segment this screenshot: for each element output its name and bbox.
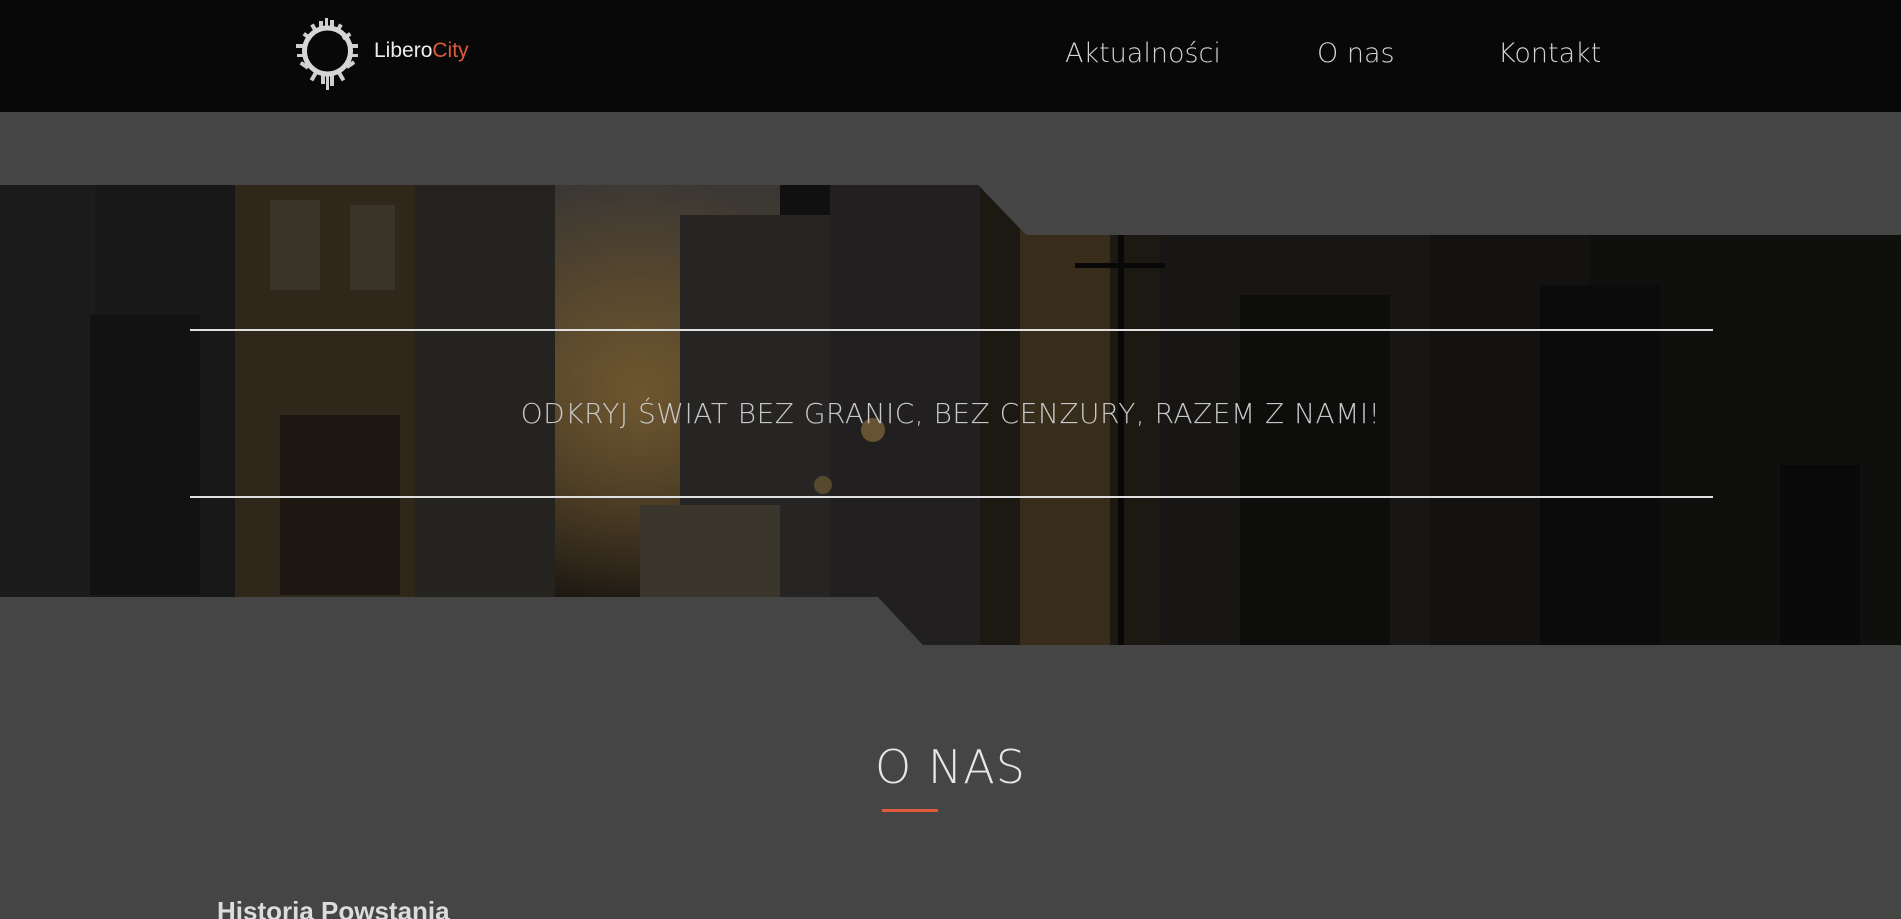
about-title-underline	[882, 809, 938, 812]
site-header: LiberoCity Aktualności O nas Kontakt	[0, 0, 1901, 112]
hero-tagline: ODKRYJ ŚWIAT BEZ GRANIC, BEZ CENZURY, RA…	[520, 397, 1381, 430]
hero-banner: ODKRYJ ŚWIAT BEZ GRANIC, BEZ CENZURY, RA…	[0, 185, 1901, 645]
hero-divider-bottom	[190, 496, 1713, 498]
nav-link-aktualnosci[interactable]: Aktualności	[1065, 38, 1221, 69]
nav-link-kontakt[interactable]: Kontakt	[1498, 38, 1601, 69]
about-subheading: Historia Powstania	[217, 896, 450, 919]
main-nav: Aktualności O nas Kontakt	[0, 0, 1901, 112]
nav-link-o-nas[interactable]: O nas	[1317, 38, 1395, 69]
hero-divider-top	[190, 329, 1713, 331]
about-section-title: O NAS	[875, 740, 1026, 794]
